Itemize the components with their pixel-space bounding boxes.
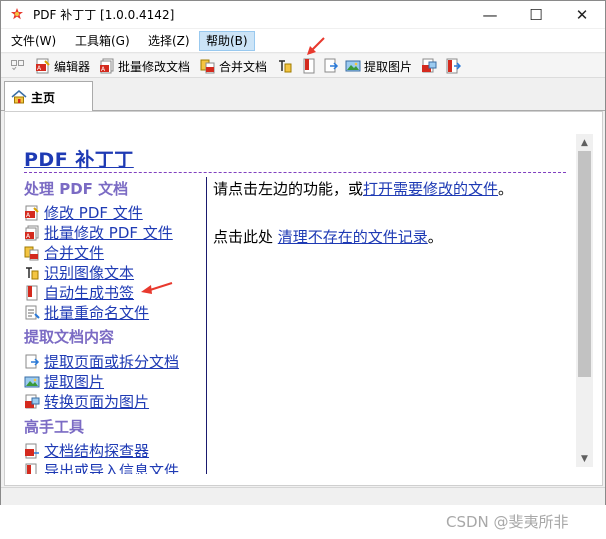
extract-images-button[interactable]: 提取图片	[345, 57, 412, 75]
watermark: CSDN @斐夷所非	[446, 513, 569, 531]
merge-icon	[200, 59, 215, 74]
home-icon	[11, 90, 27, 104]
link-merge-files[interactable]: 合并文件	[24, 242, 104, 263]
render-pages-icon	[422, 58, 437, 73]
close-button[interactable]: ✕	[559, 1, 605, 28]
rename-icon	[25, 305, 40, 319]
open-file-link[interactable]: 打开需要修改的文件	[363, 180, 498, 198]
home-content: PDF 补丁丁 处理 PDF 文档 A 修改 PDF 文件 A 批量修改 PDF…	[16, 122, 578, 474]
intro-text: 请点击左边的功能，或打开需要修改的文件。	[213, 180, 514, 198]
pdf-batch-icon: A	[100, 58, 114, 74]
structure-button[interactable]	[445, 57, 464, 75]
section-heading-process-pdf: 处理 PDF 文档	[24, 180, 129, 198]
menu-bar: 文件(W) 工具箱(G) 选择(Z) 帮助(B)	[1, 29, 605, 53]
pdf-batch-icon: A	[25, 225, 39, 240]
link-ocr[interactable]: 识别图像文本	[24, 262, 134, 283]
cleanup-records-link[interactable]: 清理不存在的文件记录	[278, 228, 428, 246]
pdf-edit-icon: A	[36, 58, 50, 74]
status-bar	[1, 487, 605, 505]
tab-home-label: 主页	[31, 90, 56, 105]
ocr-icon	[279, 60, 292, 73]
window-title: PDF 补丁丁 [1.0.0.4142]	[33, 8, 175, 22]
content-scrollbar[interactable]: ▲ ▼	[576, 134, 593, 467]
ocr-button[interactable]	[277, 57, 296, 75]
scroll-down-icon[interactable]: ▼	[576, 450, 593, 467]
link-extract-pages[interactable]: 提取页面或拆分文档	[24, 351, 179, 372]
merge-button[interactable]: 合并文档	[200, 57, 267, 75]
extract-pages-icon	[25, 354, 40, 368]
merge-label: 合并文档	[219, 59, 268, 74]
editor-button[interactable]: A 编辑器	[35, 57, 90, 75]
bookmark-button[interactable]	[301, 57, 320, 75]
render-pages-icon	[25, 394, 40, 408]
menu-toolbox[interactable]: 工具箱(G)	[69, 31, 136, 51]
bookmark-icon	[26, 285, 38, 300]
link-extract-images[interactable]: 提取图片	[24, 371, 104, 392]
merge-icon	[24, 246, 39, 260]
structure-icon	[25, 443, 39, 458]
annotation-arrow-icon	[307, 37, 325, 55]
batch-modify-label: 批量修改文档	[118, 59, 191, 74]
info-file-icon	[25, 463, 37, 474]
app-window: PDF 补丁丁 [1.0.0.4142] — ☐ ✕ 文件(W) 工具箱(G) …	[0, 0, 606, 505]
app-logo-icon	[10, 7, 24, 21]
scroll-up-icon[interactable]: ▲	[576, 134, 593, 151]
menu-select[interactable]: 选择(Z)	[142, 31, 196, 51]
editor-label: 编辑器	[54, 59, 91, 74]
scroll-thumb[interactable]	[578, 151, 591, 377]
batch-modify-button[interactable]: A 批量修改文档	[99, 57, 190, 75]
section-heading-expert-tools: 高手工具	[24, 418, 85, 436]
link-modify-pdf[interactable]: A 修改 PDF 文件	[24, 202, 143, 223]
cleanup-text: 点击此处 清理不存在的文件记录。	[213, 228, 443, 246]
render-pages-button[interactable]	[421, 57, 440, 75]
menu-help[interactable]: 帮助(B)	[199, 31, 255, 51]
maximize-button[interactable]: ☐	[513, 1, 559, 28]
toolbar-options-icon[interactable]	[11, 60, 25, 71]
title-divider	[24, 172, 566, 173]
tab-home[interactable]: 主页	[4, 81, 93, 112]
minimize-icon: —	[482, 5, 498, 24]
link-auto-bookmark[interactable]: 自动生成书签	[24, 282, 134, 303]
extract-pages-button[interactable]	[323, 57, 342, 75]
extract-images-icon	[24, 376, 40, 387]
title-bar[interactable]: PDF 补丁丁 [1.0.0.4142] — ☐ ✕	[1, 1, 605, 28]
menu-file[interactable]: 文件(W)	[5, 31, 62, 51]
extract-images-icon	[345, 60, 361, 72]
maximize-icon: ☐	[529, 5, 543, 24]
link-batch-rename[interactable]: 批量重命名文件	[24, 302, 149, 323]
structure-icon	[446, 58, 461, 74]
extract-pages-icon	[324, 58, 339, 73]
minimize-button[interactable]: —	[467, 1, 513, 28]
link-batch-modify-pdf[interactable]: A 批量修改 PDF 文件	[24, 222, 173, 243]
bookmark-icon	[303, 58, 315, 74]
home-page: PDF 补丁丁 处理 PDF 文档 A 修改 PDF 文件 A 批量修改 PDF…	[4, 111, 603, 486]
toolbar: A 编辑器 A 批量修改文档 合并文档 提取图片	[1, 54, 605, 78]
section-heading-extract: 提取文档内容	[24, 328, 115, 346]
column-divider	[206, 177, 207, 474]
link-structure-explorer[interactable]: 文档结构探查器	[24, 440, 149, 461]
annotation-arrow-icon	[141, 282, 173, 294]
pdf-edit-icon: A	[25, 205, 39, 220]
link-render-pages[interactable]: 转换页面为图片	[24, 391, 149, 412]
ocr-icon	[26, 266, 39, 279]
page-title: PDF 补丁丁	[24, 149, 134, 171]
extract-images-label: 提取图片	[364, 59, 413, 74]
link-info-file[interactable]: 导出或导入信息文件	[24, 460, 179, 474]
close-icon: ✕	[575, 5, 589, 24]
tab-strip: 主页	[1, 79, 605, 112]
